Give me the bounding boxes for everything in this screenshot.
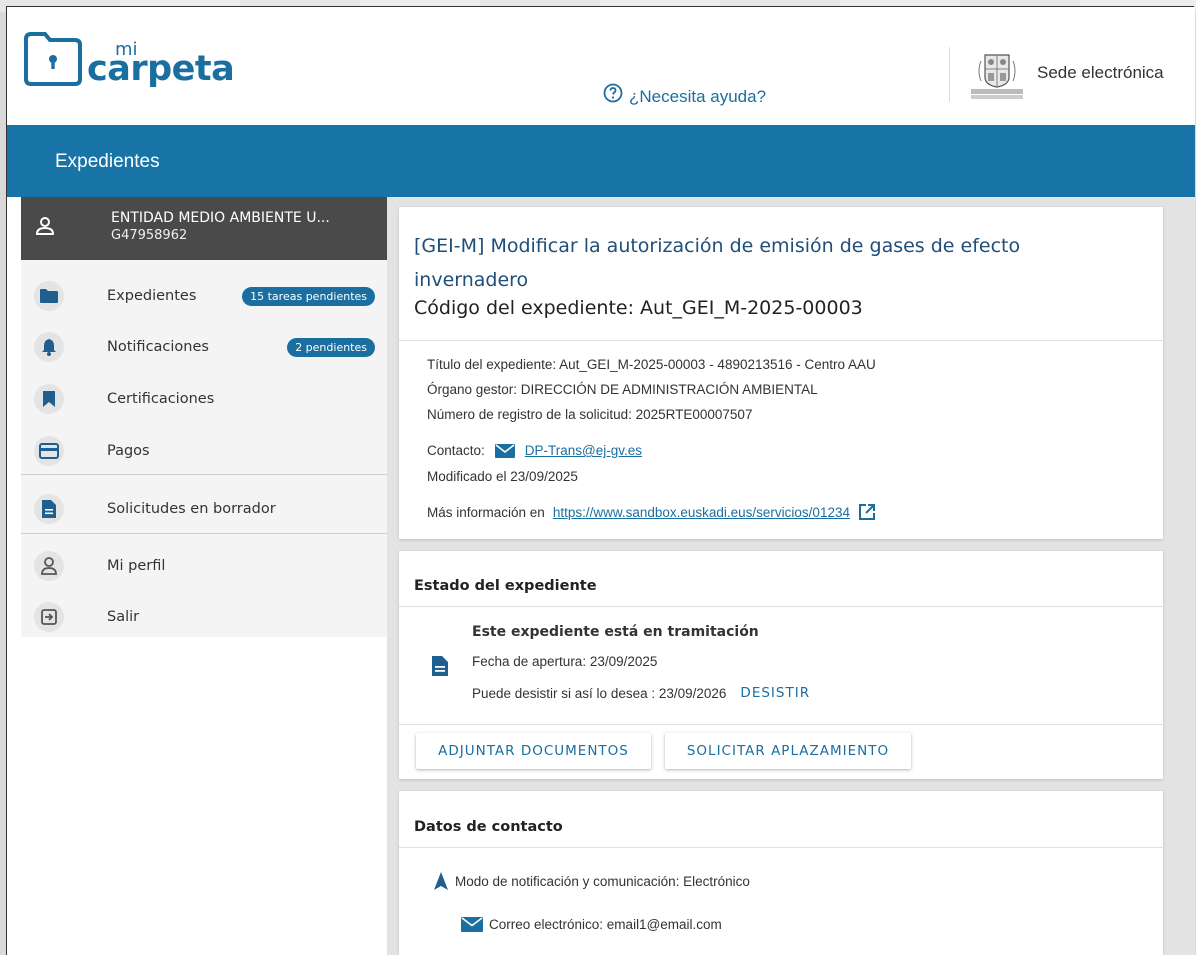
user-account-box[interactable]: ENTIDAD MEDIO AMBIENTE U... G47958962: [21, 197, 387, 260]
gobierno-vasco-seal-icon: [969, 51, 1025, 101]
pending-tasks-badge: 15 tareas pendientes: [242, 286, 375, 306]
procedure-registro: Número de registro de la solicitud: 2025…: [427, 407, 753, 422]
withdraw-row: Puede desistir si así lo desea : 23/09/2…: [472, 685, 810, 701]
header: mi carpeta ¿Necesita ayuda? Sede electró…: [7, 7, 1195, 125]
adjuntar-documentos-button[interactable]: ADJUNTAR DOCUMENTOS: [416, 733, 651, 769]
envelope-icon: [494, 443, 515, 458]
section-title: Expedientes: [55, 151, 160, 172]
sidebar-divider: [21, 474, 387, 475]
pending-notifications-badge: 2 pendientes: [287, 337, 375, 357]
sidebar-item-pagos[interactable]: Pagos: [21, 429, 387, 473]
folder-logo-icon: [24, 32, 82, 86]
app-frame: mi carpeta ¿Necesita ayuda? Sede electró…: [6, 6, 1195, 955]
procedure-organo: Órgano gestor: DIRECCIÓN DE ADMINISTRACI…: [427, 382, 818, 397]
card-divider: [399, 724, 1163, 725]
more-info-row: Más información en https://www.sandbox.e…: [427, 503, 876, 521]
user-icon: [34, 551, 64, 581]
sidebar-item-label: Mi perfil: [107, 558, 166, 574]
sidebar-item-expedientes[interactable]: Expedientes 15 tareas pendientes: [21, 274, 387, 318]
sede-label: Sede electrónica: [1037, 63, 1164, 82]
contact-section-title: Datos de contacto: [414, 819, 563, 835]
email-row: Correo electrónico: email1@email.com: [461, 917, 722, 932]
sidebar-divider: [21, 533, 387, 534]
external-link-icon[interactable]: [858, 503, 876, 521]
opening-date: Fecha de apertura: 23/09/2025: [472, 654, 658, 669]
sidebar-item-solicitudes-borrador[interactable]: Solicitudes en borrador: [21, 487, 387, 531]
sede-electronica-link[interactable]: Sede electrónica: [969, 51, 1164, 101]
folder-icon: [34, 281, 64, 311]
status-section-title: Estado del expediente: [414, 578, 597, 594]
notification-mode-row: Modo de notificación y comunicación: Ele…: [433, 871, 750, 891]
withdraw-text: Puede desistir si así lo desea : 23/09/2…: [472, 685, 727, 701]
status-text: Este expediente está en tramitación: [472, 624, 759, 640]
document-icon: [432, 656, 448, 676]
user-icon: [35, 217, 55, 235]
sidebar-item-label: Expedientes: [107, 288, 197, 304]
mi-carpeta-logo[interactable]: mi carpeta: [23, 19, 263, 109]
card-divider: [399, 606, 1163, 607]
sidebar-item-notificaciones[interactable]: Notificaciones 2 pendientes: [21, 325, 387, 369]
contact-card: Datos de contacto Modo de notificación y…: [399, 791, 1163, 955]
contact-label: Contacto:: [427, 443, 485, 458]
document-icon: [34, 494, 64, 524]
card-divider: [399, 847, 1163, 848]
solicitar-aplazamiento-button[interactable]: SOLICITAR APLAZAMIENTO: [665, 733, 911, 769]
help-icon: [603, 83, 623, 103]
help-label: ¿Necesita ayuda?: [629, 87, 767, 106]
contact-email-link[interactable]: DP-Trans@ej-gv.es: [525, 443, 642, 458]
bookmark-icon: [34, 384, 64, 414]
user-id: G47958962: [111, 228, 188, 243]
sidebar-item-mi-perfil[interactable]: Mi perfil: [21, 544, 387, 588]
sidebar-item-label: Salir: [107, 609, 140, 625]
header-divider: [949, 47, 950, 102]
logo-carpeta: carpeta: [87, 49, 235, 89]
sidebar-item-label: Certificaciones: [107, 391, 215, 407]
sidebar-item-certificaciones[interactable]: Certificaciones: [21, 377, 387, 421]
procedure-modificado: Modificado el 23/09/2025: [427, 469, 578, 484]
more-info-label: Más información en: [427, 504, 545, 520]
procedure-code: Código del expediente: Aut_GEI_M-2025-00…: [414, 297, 863, 319]
procedure-title: [GEI-M] Modificar la autorización de emi…: [414, 235, 1021, 291]
sidebar-item-label: Notificaciones: [107, 339, 209, 355]
sidebar: ENTIDAD MEDIO AMBIENTE U... G47958962 Ex…: [21, 197, 387, 637]
contact-email: Correo electrónico: email1@email.com: [489, 917, 722, 932]
bell-icon: [34, 332, 64, 362]
card-divider: [399, 340, 1163, 341]
contact-row: Contacto: DP-Trans@ej-gv.es: [427, 443, 642, 458]
envelope-icon: [461, 917, 483, 932]
notification-mode: Modo de notificación y comunicación: Ele…: [455, 873, 750, 889]
procedure-card: [GEI-M] Modificar la autorización de emi…: [399, 207, 1163, 539]
status-card: Estado del expediente Este expediente es…: [399, 551, 1163, 779]
help-link[interactable]: ¿Necesita ayuda?: [603, 79, 766, 107]
sidebar-item-label: Pagos: [107, 443, 150, 459]
more-info-link[interactable]: https://www.sandbox.euskadi.eus/servicio…: [553, 505, 850, 520]
desistir-button[interactable]: DESISTIR: [740, 685, 810, 701]
procedure-titulo: Título del expediente: Aut_GEI_M-2025-00…: [427, 357, 876, 372]
user-name: ENTIDAD MEDIO AMBIENTE U...: [111, 210, 330, 226]
credit-card-icon: [34, 436, 64, 466]
logout-icon: [34, 602, 64, 632]
navigation-arrow-icon: [434, 872, 448, 890]
section-bar: Expedientes: [7, 125, 1195, 197]
sidebar-item-salir[interactable]: Salir: [21, 595, 387, 639]
sidebar-item-label: Solicitudes en borrador: [107, 501, 276, 517]
